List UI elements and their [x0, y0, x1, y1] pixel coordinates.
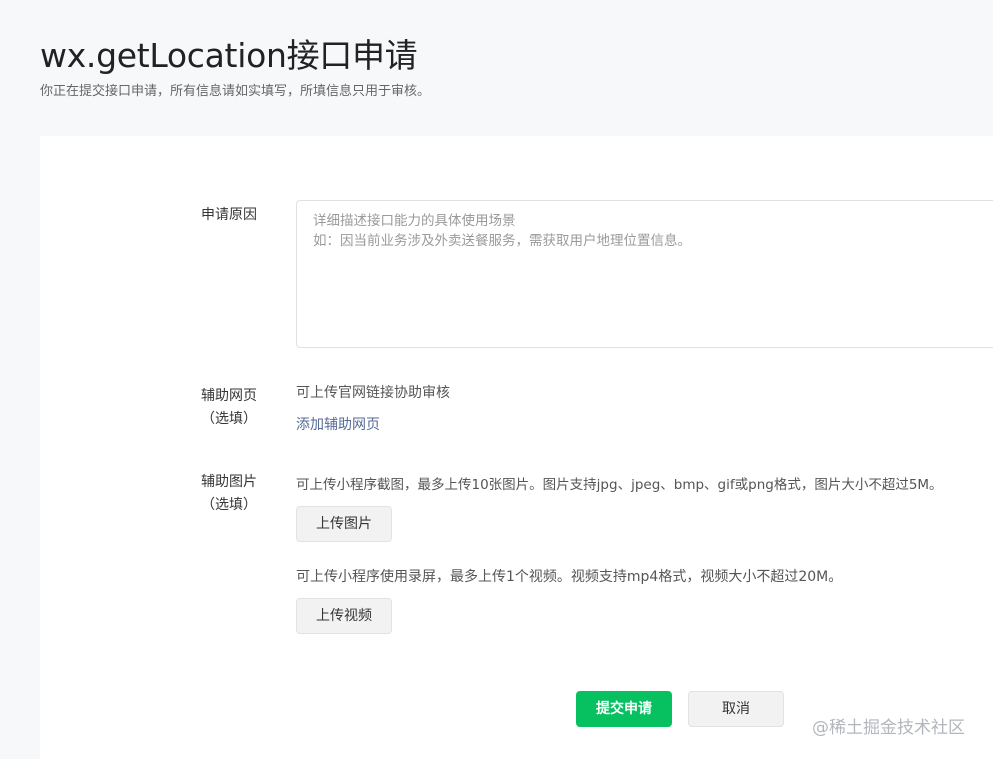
images-label: 辅助图片 （选填）	[184, 471, 274, 517]
application-form-card: 申请原因 详细描述接口能力的具体使用场景 如：因当前业务涉及外卖送餐服务，需获取…	[40, 136, 993, 759]
reason-placeholder-line2: 如：因当前业务涉及外卖送餐服务，需获取用户地理位置信息。	[313, 233, 691, 249]
page-subtitle: 你正在提交接口申请，所有信息请如实填写，所填信息只用于审核。	[40, 84, 431, 99]
reason-textarea[interactable]: 详细描述接口能力的具体使用场景 如：因当前业务涉及外卖送餐服务，需获取用户地理位…	[296, 200, 993, 348]
add-web-page-link[interactable]: 添加辅助网页	[296, 415, 380, 435]
web-page-hint: 可上传官网链接协助审核	[296, 385, 450, 401]
images-optional-text: （选填）	[201, 497, 257, 513]
video-upload-hint: 可上传小程序使用录屏，最多上传1个视频。视频支持mp4格式，视频大小不超过20M…	[296, 569, 843, 585]
image-upload-hint: 可上传小程序截图，最多上传10张图片。图片支持jpg、jpeg、bmp、gif或…	[296, 477, 943, 493]
images-label-text: 辅助图片	[201, 474, 257, 490]
web-page-label-text: 辅助网页	[201, 388, 257, 404]
upload-image-button[interactable]: 上传图片	[296, 506, 392, 542]
web-page-label: 辅助网页 （选填）	[184, 385, 274, 431]
upload-video-button[interactable]: 上传视频	[296, 598, 392, 634]
page-title: wx.getLocation接口申请	[40, 36, 418, 75]
cancel-button[interactable]: 取消	[688, 691, 784, 727]
reason-placeholder-line1: 详细描述接口能力的具体使用场景	[313, 213, 516, 229]
submit-button[interactable]: 提交申请	[576, 691, 672, 727]
web-page-optional-text: （选填）	[201, 411, 257, 427]
watermark: @稀土掘金技术社区	[812, 718, 965, 738]
reason-label-text: 申请原因	[201, 207, 257, 223]
reason-label: 申请原因	[184, 204, 274, 227]
